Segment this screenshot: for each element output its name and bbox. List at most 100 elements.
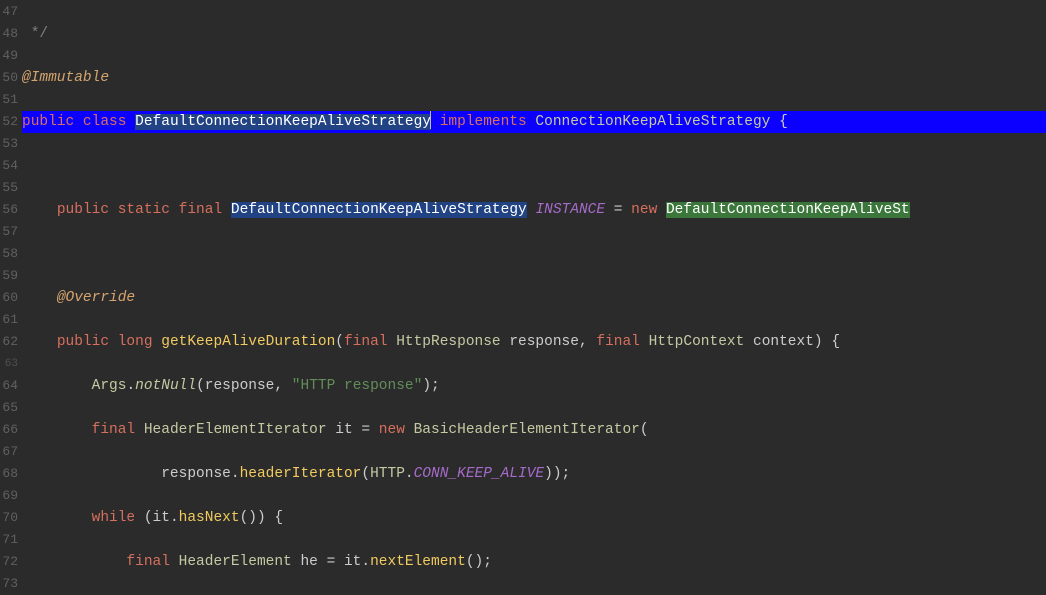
line-number[interactable]: 69	[2, 485, 18, 507]
var: it	[344, 554, 361, 570]
keyword: final	[344, 334, 388, 350]
code-line[interactable]: @Override	[22, 287, 1046, 309]
code-line-highlighted[interactable]: public class DefaultConnectionKeepAliveS…	[22, 111, 1046, 133]
code-area[interactable]: */ @Immutable public class DefaultConnec…	[22, 0, 1046, 584]
keyword: new	[379, 422, 405, 438]
line-number[interactable]: 47	[2, 1, 18, 23]
code-editor[interactable]: 47 48 49 50 51 52 53 54 55 56 57 58 59 6…	[0, 0, 1046, 584]
type: HTTP	[370, 466, 405, 482]
method: headerIterator	[240, 466, 362, 482]
dot: .	[231, 466, 240, 482]
comment: */	[22, 26, 48, 42]
line-number[interactable]: 61	[2, 309, 18, 331]
code-line[interactable]: public static final DefaultConnectionKee…	[22, 199, 1046, 221]
line-number[interactable]: 68	[2, 463, 18, 485]
line-number[interactable]: 67	[2, 441, 18, 463]
operator: =	[605, 202, 631, 218]
paren: (	[640, 422, 649, 438]
comma: ,	[274, 378, 291, 394]
type: DefaultConnectionKeepAliveStrategy	[135, 114, 431, 130]
keyword: public	[22, 114, 74, 130]
keyword: final	[179, 202, 223, 218]
dot: .	[170, 510, 179, 526]
keyword: public	[57, 334, 109, 350]
line-number[interactable]: 60	[2, 287, 18, 309]
code-line[interactable]: @Immutable	[22, 67, 1046, 89]
keyword: final	[596, 334, 640, 350]
constant: CONN_KEEP_ALIVE	[414, 466, 545, 482]
keyword: class	[83, 114, 127, 130]
line-number[interactable]: 73	[2, 573, 18, 595]
paren: (	[135, 510, 152, 526]
type: ConnectionKeepAliveStrategy	[535, 114, 770, 130]
string: "HTTP response"	[292, 378, 423, 394]
line-number[interactable]: 53	[2, 133, 18, 155]
type: HttpResponse	[396, 334, 500, 350]
line-number[interactable]: 72	[2, 551, 18, 573]
constant: INSTANCE	[535, 202, 605, 218]
method: getKeepAliveDuration	[161, 334, 335, 350]
operator: =	[318, 554, 344, 570]
type: DefaultConnectionKeepAliveStrategy	[231, 202, 527, 218]
code-line[interactable]	[22, 243, 1046, 265]
code-line[interactable]: public long getKeepAliveDuration(final H…	[22, 331, 1046, 353]
var: he	[300, 554, 317, 570]
line-number[interactable]: 49	[2, 45, 18, 67]
code-line[interactable]	[22, 155, 1046, 177]
brace: {	[770, 114, 787, 130]
line-number[interactable]: 57	[2, 221, 18, 243]
line-number[interactable]: 50	[2, 67, 18, 89]
code-line[interactable]: */	[22, 23, 1046, 45]
code-line[interactable]: Args.notNull(response, "HTTP response");	[22, 375, 1046, 397]
line-number[interactable]: 55	[2, 177, 18, 199]
line-number[interactable]: 54	[2, 155, 18, 177]
line-number[interactable]: 59	[2, 265, 18, 287]
keyword: final	[126, 554, 170, 570]
dot: .	[361, 554, 370, 570]
param: response	[509, 334, 579, 350]
keyword: implements	[440, 114, 527, 130]
code-line[interactable]: final HeaderElementIterator it = new Bas…	[22, 419, 1046, 441]
paren: (	[196, 378, 205, 394]
comma: ,	[579, 334, 596, 350]
code-line[interactable]: final HeaderElement he = it.nextElement(…	[22, 551, 1046, 573]
line-number[interactable]: 66	[2, 419, 18, 441]
keyword: new	[631, 202, 657, 218]
keyword: final	[92, 422, 136, 438]
type: HeaderElement	[179, 554, 292, 570]
keyword: while	[92, 510, 136, 526]
dot: .	[405, 466, 414, 482]
type: Args	[92, 378, 127, 394]
line-number[interactable]: 65	[2, 397, 18, 419]
type: HeaderElementIterator	[144, 422, 327, 438]
paren: );	[422, 378, 439, 394]
method: nextElement	[370, 554, 466, 570]
paren: ) {	[814, 334, 840, 350]
line-number-gutter[interactable]: 47 48 49 50 51 52 53 54 55 56 57 58 59 6…	[0, 0, 22, 584]
text-cursor	[430, 111, 431, 129]
line-number[interactable]: 70	[2, 507, 18, 529]
line-number-marker[interactable]: 63 ◦	[2, 353, 18, 375]
dot: .	[126, 378, 135, 394]
type: DefaultConnectionKeepAliveSt	[666, 202, 910, 218]
line-number[interactable]: 52	[2, 111, 18, 133]
paren: (	[361, 466, 370, 482]
line-number[interactable]: 56	[2, 199, 18, 221]
var: it	[153, 510, 170, 526]
arg: response	[161, 466, 231, 482]
line-number[interactable]: 58	[2, 243, 18, 265]
operator: =	[353, 422, 379, 438]
line-number[interactable]: 62	[2, 331, 18, 353]
code-line[interactable]: response.headerIterator(HTTP.CONN_KEEP_A…	[22, 463, 1046, 485]
method: notNull	[135, 378, 196, 394]
line-number[interactable]: 48	[2, 23, 18, 45]
annotation: @Immutable	[22, 70, 109, 86]
paren: ();	[466, 554, 492, 570]
keyword: long	[118, 334, 153, 350]
var: it	[335, 422, 352, 438]
code-line[interactable]: while (it.hasNext()) {	[22, 507, 1046, 529]
annotation: @Override	[57, 290, 135, 306]
line-number[interactable]: 71	[2, 529, 18, 551]
line-number[interactable]: 51	[2, 89, 18, 111]
paren: (	[335, 334, 344, 350]
